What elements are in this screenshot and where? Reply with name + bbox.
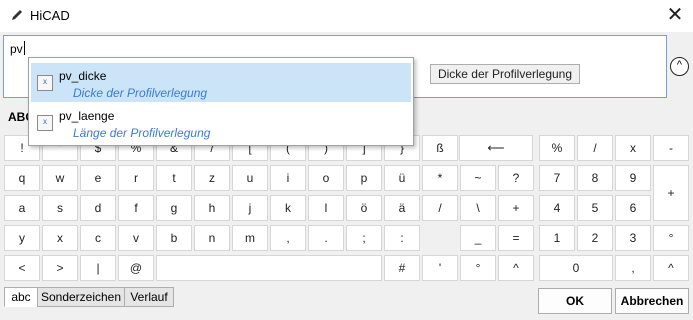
numpad-plus-key[interactable]: + xyxy=(653,165,689,221)
key[interactable]: ß xyxy=(422,135,458,161)
space-key[interactable] xyxy=(156,255,382,281)
numpad-key[interactable]: 5 xyxy=(577,195,613,221)
tab-abc[interactable]: abc xyxy=(4,287,38,307)
key[interactable]: : xyxy=(384,225,420,251)
numpad-key[interactable]: 7 xyxy=(539,165,575,191)
numpad-key[interactable]: 2 xyxy=(577,225,613,251)
key[interactable]: # xyxy=(384,255,420,281)
numpad-key[interactable]: 6 xyxy=(615,195,651,221)
numpad-key[interactable]: 3 xyxy=(615,225,651,251)
numpad-key[interactable]: - xyxy=(653,135,689,161)
autocomplete-item[interactable]: x pv_dicke Dicke der Profilverlegung xyxy=(31,63,411,102)
key[interactable]: ~ xyxy=(460,165,496,191)
key[interactable]: e xyxy=(80,165,116,191)
key[interactable]: v xyxy=(118,225,154,251)
key[interactable]: x xyxy=(42,225,78,251)
autocomplete-popup: x pv_dicke Dicke der Profilverlegung x pv_la… xyxy=(28,57,414,146)
key[interactable]: l xyxy=(308,195,344,221)
ok-button[interactable]: OK xyxy=(538,288,612,314)
key[interactable]: ^ xyxy=(498,255,534,281)
tab-sonderzeichen[interactable]: Sonderzeichen xyxy=(37,287,125,307)
tab-verlauf[interactable]: Verlauf xyxy=(124,287,174,307)
key[interactable]: ü xyxy=(384,165,420,191)
key[interactable]: c xyxy=(80,225,116,251)
key[interactable]: h xyxy=(194,195,230,221)
text-caret xyxy=(24,41,25,55)
key[interactable]: ; xyxy=(346,225,382,251)
key[interactable]: o xyxy=(308,165,344,191)
key[interactable]: q xyxy=(4,165,40,191)
window-title: HiCAD xyxy=(30,8,70,23)
key[interactable]: a xyxy=(4,195,40,221)
numpad-key[interactable]: ° xyxy=(653,225,689,251)
key[interactable]: i xyxy=(270,165,306,191)
chevron-up-icon[interactable]: ^ xyxy=(670,57,689,76)
key[interactable]: ' xyxy=(422,255,458,281)
key[interactable]: f xyxy=(118,195,154,221)
autocomplete-description: Länge der Profilverlegung xyxy=(73,126,211,140)
key[interactable]: r xyxy=(118,165,154,191)
key[interactable]: < xyxy=(4,255,40,281)
key[interactable]: ö xyxy=(346,195,382,221)
key[interactable]: / xyxy=(422,195,458,221)
key[interactable]: ä xyxy=(384,195,420,221)
pencil-icon xyxy=(12,10,22,20)
numpad-key[interactable]: / xyxy=(577,135,613,161)
numpad-key[interactable]: % xyxy=(539,135,575,161)
key[interactable]: p xyxy=(346,165,382,191)
backspace-key[interactable]: ⟵ xyxy=(459,135,533,161)
numpad-key[interactable]: ^ xyxy=(653,255,689,281)
key[interactable]: ° xyxy=(460,255,496,281)
key[interactable]: s xyxy=(42,195,78,221)
key[interactable]: = xyxy=(498,225,534,251)
key[interactable]: _ xyxy=(460,225,496,251)
key[interactable]: * xyxy=(422,165,458,191)
key[interactable]: + xyxy=(498,195,534,221)
key[interactable]: d xyxy=(80,195,116,221)
numpad-key[interactable]: , xyxy=(615,255,651,281)
numpad-key[interactable]: 9 xyxy=(615,165,651,191)
key[interactable]: k xyxy=(270,195,306,221)
key[interactable]: ? xyxy=(498,165,534,191)
close-icon[interactable]: ✕ xyxy=(660,2,690,30)
key[interactable]: j xyxy=(232,195,268,221)
key[interactable]: g xyxy=(156,195,192,221)
variable-icon: x xyxy=(37,115,53,131)
key[interactable]: z xyxy=(194,165,230,191)
key[interactable]: > xyxy=(42,255,78,281)
numpad-key[interactable]: 8 xyxy=(577,165,613,191)
variable-icon: x xyxy=(37,75,53,91)
numpad-key[interactable]: 1 xyxy=(539,225,575,251)
key[interactable]: @ xyxy=(118,255,154,281)
numpad-key[interactable]: x xyxy=(615,135,651,161)
key[interactable]: y xyxy=(4,225,40,251)
key[interactable]: u xyxy=(232,165,268,191)
input-value: pv xyxy=(10,42,23,56)
hint-chip: Dicke der Profilverlegung xyxy=(430,64,580,84)
title-bar: HiCAD ✕ xyxy=(0,0,693,32)
key[interactable]: b xyxy=(156,225,192,251)
autocomplete-item[interactable]: x pv_laenge Länge der Profilverlegung xyxy=(31,103,411,142)
autocomplete-name: pv_laenge xyxy=(59,109,115,123)
key[interactable]: | xyxy=(80,255,116,281)
key[interactable]: , xyxy=(270,225,306,251)
key[interactable]: n xyxy=(194,225,230,251)
key[interactable]: \ xyxy=(460,195,496,221)
numpad-key[interactable]: 4 xyxy=(539,195,575,221)
key[interactable]: t xyxy=(156,165,192,191)
key[interactable]: m xyxy=(232,225,268,251)
cancel-button[interactable]: Abbrechen xyxy=(615,288,689,314)
numpad-zero-key[interactable]: 0 xyxy=(539,255,613,281)
key[interactable]: w xyxy=(42,165,78,191)
autocomplete-description: Dicke der Profilverlegung xyxy=(73,86,208,100)
key[interactable]: . xyxy=(308,225,344,251)
autocomplete-name: pv_dicke xyxy=(59,69,107,83)
